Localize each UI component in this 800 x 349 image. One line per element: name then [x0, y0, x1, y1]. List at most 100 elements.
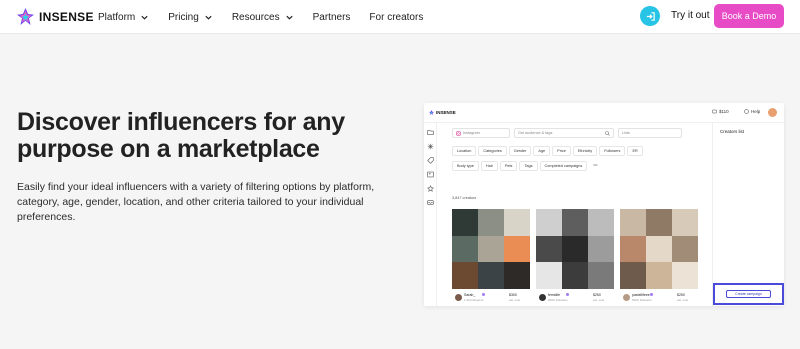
image-icon[interactable]	[427, 171, 434, 178]
chevron-down-icon	[286, 15, 293, 20]
sparkle-icon[interactable]	[427, 143, 434, 150]
creator-photo	[536, 262, 562, 289]
filter-chip[interactable]: Ethnicity	[572, 146, 598, 156]
lists-select-value: Lists	[622, 131, 630, 135]
filter-chip[interactable]: Followers	[599, 146, 626, 156]
search-icon	[605, 131, 610, 136]
creator-photo-grid	[536, 209, 614, 289]
platform-select[interactable]: Instagram	[452, 128, 510, 138]
chevron-down-icon	[141, 15, 148, 20]
creator-card[interactable]: pastellifeee 520K followers $250 est. co…	[620, 209, 698, 306]
filter-chip[interactable]: Hair	[480, 161, 498, 171]
filter-chip[interactable]: Body type	[452, 161, 479, 171]
nav-item-pricing[interactable]: Pricing	[168, 12, 213, 23]
filter-row-secondary: Body type Hair Pets Tags Completed campa…	[452, 161, 601, 171]
search-input[interactable]: Get audience & tags	[514, 128, 614, 138]
verified-icon	[482, 293, 485, 296]
creators-count: 3,847 creators	[452, 196, 477, 200]
creator-photo	[672, 262, 698, 289]
insense-logo-icon	[17, 8, 34, 25]
help-icon	[744, 109, 749, 114]
creator-card[interactable]: Sarah_ 1.2M followers $300 est. cost	[452, 209, 530, 306]
user-avatar[interactable]	[768, 108, 777, 117]
creator-photo	[672, 209, 698, 236]
tag-icon[interactable]	[427, 157, 434, 164]
creator-info: Sarah_ 1.2M followers $300 est. cost	[452, 291, 530, 306]
search-placeholder: Get audience & tags	[518, 131, 553, 135]
filter-chip[interactable]: Location	[452, 146, 477, 156]
search-row: Instagram Get audience & tags Lists	[452, 128, 682, 138]
creator-meta: 520K followers	[632, 298, 652, 302]
hero-title-line: purpose on a marketplace	[17, 135, 320, 163]
star-icon[interactable]	[427, 185, 434, 192]
nav-item-label: Platform	[98, 11, 136, 23]
nav-item-label: For creators	[369, 11, 424, 23]
help-label: Help	[751, 109, 761, 114]
creator-photo	[504, 262, 530, 289]
filter-chip[interactable]: Completed campaigns	[539, 161, 588, 171]
create-campaign-label: Create campaign	[726, 290, 771, 298]
creator-photo	[478, 235, 504, 263]
hero-title: Discover influencers for any purpose on …	[17, 109, 397, 163]
app-header: INSENSE $110 Help	[424, 103, 784, 123]
filter-chip[interactable]: ER	[627, 146, 643, 156]
creator-name: Sarah_	[464, 293, 476, 297]
creator-avatar	[539, 294, 546, 301]
brand-logo[interactable]: INSENSE	[17, 8, 94, 25]
creator-info: pastellifeee 520K followers $250 est. co…	[620, 291, 698, 306]
creator-photo	[646, 235, 672, 263]
nav-item-platform[interactable]: Platform	[98, 12, 149, 23]
more-filters-button[interactable]: •••	[589, 161, 601, 171]
filter-chip[interactable]: Price	[552, 146, 571, 156]
login-button[interactable]	[640, 6, 660, 26]
hero-description: Easily find your ideal influencers with …	[17, 181, 375, 223]
book-demo-button[interactable]: Book a Demo	[714, 4, 784, 28]
creator-photo	[504, 209, 530, 236]
creator-price-meta: est. cost	[593, 298, 605, 302]
help-link[interactable]: Help	[744, 109, 760, 114]
folder-icon[interactable]	[427, 129, 434, 136]
main-menu: Platform Pricing Resources Partners For …	[98, 0, 442, 34]
platform-select-value: Instagram	[463, 131, 480, 135]
creator-photo	[620, 209, 646, 236]
lists-select[interactable]: Lists	[618, 128, 682, 138]
nav-item-for-creators[interactable]: For creators	[369, 12, 423, 23]
balance-value: $110	[719, 109, 729, 114]
filter-chip[interactable]: Categories	[478, 146, 507, 156]
brand-name: INSENSE	[39, 9, 94, 24]
creators-list-panel: Creators list	[712, 123, 784, 306]
nav-item-label: Partners	[312, 11, 351, 23]
creator-photo	[620, 235, 646, 263]
create-campaign-button[interactable]: Create campaign	[713, 283, 784, 305]
creator-photo	[562, 235, 588, 263]
creator-avatar	[455, 294, 462, 301]
app-logo: INSENSE	[429, 110, 456, 115]
filter-chip[interactable]: Pets	[499, 161, 518, 171]
nav-item-partners[interactable]: Partners	[313, 12, 351, 23]
creator-price: $300	[509, 293, 517, 297]
verified-icon	[566, 293, 569, 296]
login-arrow-icon	[646, 11, 655, 21]
inbox-icon[interactable]	[427, 199, 434, 206]
nav-item-resources[interactable]: Resources	[232, 12, 294, 23]
try-it-out-link[interactable]: Try it out	[671, 10, 710, 21]
creator-photo	[478, 262, 504, 289]
filter-chip[interactable]: Gender	[508, 146, 532, 156]
creator-photo	[562, 262, 588, 289]
creator-name: femslife	[548, 293, 561, 297]
balance[interactable]: $110	[712, 109, 729, 114]
filter-chip[interactable]: Tags	[519, 161, 538, 171]
creator-photo	[588, 235, 614, 263]
app-brand-name: INSENSE	[436, 110, 456, 115]
creator-photo	[672, 235, 698, 263]
chevron-down-icon	[205, 15, 212, 20]
filter-row-primary: Location Categories Gender Age Price Eth…	[452, 146, 643, 156]
hero-title-line: Discover influencers for any	[17, 108, 345, 136]
insense-logo-icon	[429, 110, 434, 115]
creator-photo-grid	[620, 209, 698, 289]
creator-card[interactable]: femslife 840K followers $250 est. cost	[536, 209, 614, 306]
creator-photo	[452, 262, 478, 289]
filter-chip[interactable]: Age	[533, 146, 551, 156]
creator-photo	[646, 262, 672, 289]
wallet-icon	[712, 109, 717, 114]
